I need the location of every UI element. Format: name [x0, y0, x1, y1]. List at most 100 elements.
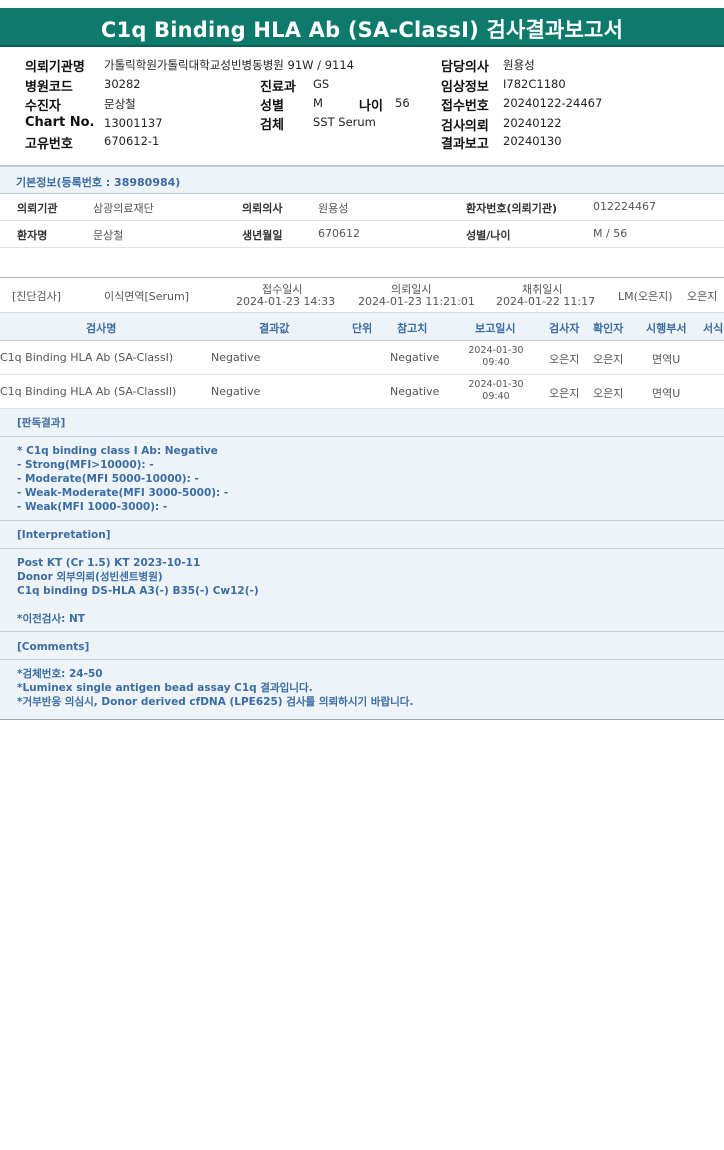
col-tester: 검사자	[549, 322, 580, 335]
header-value: 문상철	[104, 97, 136, 111]
top-strip	[0, 0, 724, 8]
header-label: 검체	[260, 118, 284, 133]
narrative-panel: [판독결과] * C1q binding class I Ab: Negativ…	[0, 409, 724, 719]
header-label: 접수번호	[441, 99, 489, 114]
specimen-type: 이식면역[Serum]	[104, 290, 190, 303]
requested-datetime: 2024-01-23 11:21:01	[358, 295, 475, 308]
col-unit: 단위	[352, 322, 373, 335]
judgement-line: - Weak(MFI 1000-3000): -	[17, 501, 168, 513]
header-label: 결과보고	[441, 137, 489, 152]
info-value: 012224467	[593, 200, 656, 213]
header-label: 고유번호	[25, 137, 73, 152]
reference-value: Negative	[390, 351, 440, 364]
comment-line: *거부반응 의심시, Donor derived cfDNA (LPE625) …	[17, 696, 414, 708]
section-separator	[0, 659, 724, 660]
judgement-line: * C1q binding class I Ab: Negative	[17, 445, 218, 457]
report-date: 2024-01-30	[468, 345, 524, 356]
report-bottom-border	[0, 719, 724, 720]
header-label: 나이	[359, 99, 383, 114]
header-label: 병원코드	[25, 80, 73, 95]
report-title: C1q Binding HLA Ab (SA-ClassI) 검사결과보고서	[100, 18, 624, 42]
info-label: 환자번호(의뢰기관)	[466, 202, 558, 215]
judgement-title: [판독결과]	[17, 417, 66, 429]
header-value: 13001137	[104, 116, 163, 130]
header-value: GS	[313, 77, 330, 91]
received-datetime: 2024-01-23 14:33	[236, 295, 336, 308]
col-reference: 참고치	[397, 322, 428, 335]
info-label: 의뢰의사	[242, 202, 283, 215]
table-row[interactable]: C1q Binding HLA Ab (SA-ClassI) Negative …	[0, 341, 724, 375]
section-separator	[0, 631, 724, 632]
comment-line: *Luminex single antigen bead assay C1q 결…	[17, 682, 313, 694]
header-value: 670612-1	[104, 134, 160, 148]
result-value: Negative	[211, 351, 261, 364]
col-report-date: 보고일시	[475, 322, 516, 335]
header-value: 20240122	[503, 116, 562, 130]
info-value: 670612	[318, 227, 360, 240]
tester-name: 오은지	[687, 290, 718, 303]
department-value: 면역U	[652, 353, 681, 366]
result-value: Negative	[211, 385, 261, 398]
basic-info-row: 의뢰기관 삼광의료재단 의뢰의사 원용성 환자번호(의뢰기관) 01222446…	[0, 194, 724, 221]
checker-value: 오은지	[593, 353, 624, 366]
header-value: 30282	[104, 77, 141, 91]
report-time: 09:40	[482, 391, 510, 402]
lm-name: LM(오은지)	[618, 290, 673, 303]
test-name: C1q Binding HLA Ab (SA-ClassII)	[0, 385, 177, 398]
comments-title: [Comments]	[17, 641, 90, 653]
header-label: 담당의사	[441, 60, 489, 75]
interpretation-line: Post KT (Cr 1.5) KT 2023-10-11	[17, 557, 201, 569]
col-checker: 확인자	[593, 322, 624, 335]
interpretation-line: Donor 외부의뢰(성빈센트병원)	[17, 571, 163, 583]
header-label: 수진자	[25, 99, 61, 114]
info-value: M / 56	[593, 227, 628, 240]
col-department: 시행부서	[646, 322, 687, 335]
header-label: 의뢰기관명	[25, 60, 85, 75]
header-label: 진료과	[260, 80, 296, 95]
info-label: 생년월일	[242, 229, 283, 242]
specimen-row: [진단검사] 이식면역[Serum] 접수일시 2024-01-23 14:33…	[0, 277, 724, 313]
section-separator	[0, 520, 724, 521]
info-value: 문상철	[93, 229, 124, 242]
header-value: I782C1180	[503, 77, 566, 91]
department-value: 면역U	[652, 387, 681, 400]
basic-info-bar: 기본정보(등록번호 : 38980984)	[0, 166, 724, 194]
info-label: 환자명	[17, 229, 48, 242]
header-value: 가톨릭학원가톨릭대학교성빈병동병원 91W / 9114	[104, 58, 354, 72]
section-separator	[0, 548, 724, 549]
report-header: 의뢰기관명 가톨릭학원가톨릭대학교성빈병동병원 91W / 9114 병원코드 …	[0, 48, 724, 166]
basic-info-row: 환자명 문상철 생년월일 670612 성별/나이 M / 56	[0, 221, 724, 248]
header-value: 56	[395, 96, 410, 110]
header-label: 검사의뢰	[441, 119, 489, 134]
collected-datetime: 2024-01-22 11:17	[496, 295, 596, 308]
info-value: 삼광의료재단	[93, 202, 154, 215]
col-result: 결과값	[259, 322, 290, 335]
header-label: 임상정보	[441, 80, 489, 95]
col-test-name: 검사명	[86, 322, 117, 335]
interpretation-line: *이전검사: NT	[17, 613, 85, 625]
comment-line: *검체번호: 24-50	[17, 668, 103, 680]
col-form: 서식	[703, 322, 724, 335]
table-row[interactable]: C1q Binding HLA Ab (SA-ClassII) Negative…	[0, 375, 724, 409]
header-value: 20240130	[503, 134, 562, 148]
interpretation-title: [Interpretation]	[17, 529, 111, 541]
header-value: SST Serum	[313, 115, 376, 129]
header-label: 성별	[260, 99, 284, 114]
report-datetime: 2024-01-30 09:40	[461, 345, 531, 369]
header-label: Chart No.	[25, 115, 95, 130]
header-value: M	[313, 96, 323, 110]
test-name: C1q Binding HLA Ab (SA-ClassI)	[0, 351, 174, 364]
info-label: 성별/나이	[466, 229, 511, 242]
tester-value: 오은지	[549, 387, 580, 400]
section-separator	[0, 436, 724, 437]
reference-value: Negative	[390, 385, 440, 398]
basic-info-title: 기본정보(등록번호 : 38980984)	[16, 176, 181, 189]
info-label: 의뢰기관	[17, 202, 58, 215]
report-date: 2024-01-30	[468, 379, 524, 390]
interpretation-line: C1q binding DS-HLA A3(-) B35(-) Cw12(-)	[17, 585, 259, 597]
report-time: 09:40	[482, 357, 510, 368]
tester-value: 오은지	[549, 353, 580, 366]
judgement-line: - Moderate(MFI 5000-10000): -	[17, 473, 199, 485]
judgement-line: - Strong(MFI>10000): -	[17, 459, 154, 471]
checker-value: 오은지	[593, 387, 624, 400]
